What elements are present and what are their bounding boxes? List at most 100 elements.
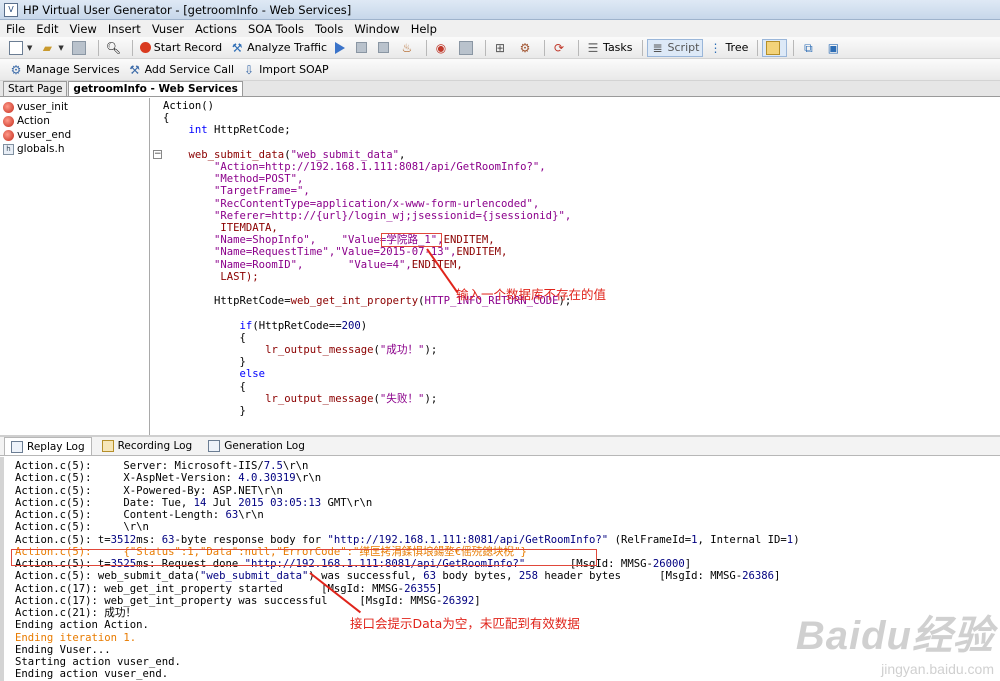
- open-folder-icon: ▰: [42, 40, 52, 55]
- tree-item-globals[interactable]: h globals.h: [0, 142, 149, 156]
- code-token: lr_output_message: [265, 392, 374, 405]
- watermark: Baidu经验 jingyan.baidu.com: [796, 603, 994, 677]
- script-label: Script: [667, 41, 700, 54]
- menu-window[interactable]: Window: [354, 22, 399, 36]
- header-file-icon: h: [3, 143, 14, 155]
- menu-edit[interactable]: Edit: [36, 22, 58, 36]
- menu-view[interactable]: View: [70, 22, 97, 36]
- log-token: 7.5: [263, 460, 283, 472]
- tab-label: Recording Log: [117, 440, 193, 452]
- stop-button[interactable]: [353, 39, 373, 57]
- menu-insert[interactable]: Insert: [108, 22, 141, 36]
- log-token: Action.c(5): t=: [15, 533, 111, 546]
- menu-tools[interactable]: Tools: [315, 22, 343, 36]
- runtime-settings-button[interactable]: ⚙: [515, 39, 538, 57]
- script-view-button[interactable]: ≣ Script: [646, 38, 704, 57]
- tree-item-vuser-init[interactable]: vuser_init: [0, 100, 149, 114]
- breakpoint-button[interactable]: ◉: [431, 39, 454, 57]
- tree-item-label: Action: [17, 115, 50, 127]
- tab-recording-log[interactable]: Recording Log: [96, 437, 199, 455]
- save-button[interactable]: [69, 39, 92, 57]
- log-line: Ending action vuser_end.: [15, 668, 169, 681]
- run-button[interactable]: [332, 39, 351, 57]
- log-token: Action.c(5): Server: Microsoft-IIS/: [15, 460, 264, 472]
- collapse-icon[interactable]: −: [153, 150, 162, 159]
- code-line: LAST);: [220, 270, 259, 283]
- code-token: "失败！": [379, 392, 425, 405]
- start-record-label: Start Record: [153, 41, 223, 54]
- replay-log-icon: [11, 440, 23, 453]
- menu-vuser[interactable]: Vuser: [152, 22, 184, 36]
- refresh-button[interactable]: ⟳: [549, 39, 572, 57]
- add-service-call-button[interactable]: ⚒ Add Service Call: [125, 61, 237, 79]
- tasks-button[interactable]: ☰ Tasks: [583, 39, 635, 57]
- code-line: Action(): [163, 100, 215, 112]
- menu-actions[interactable]: Actions: [195, 22, 237, 36]
- log-line: Action.c(21): 成功！: [15, 607, 137, 619]
- log-token: Action.c(17): web_get_int_property start…: [15, 582, 405, 595]
- menu-file[interactable]: File: [6, 22, 25, 36]
- log-token: ]: [774, 570, 781, 583]
- toolbar-separator: [426, 39, 428, 56]
- step-icon: [378, 42, 390, 53]
- menu-help[interactable]: Help: [411, 22, 437, 36]
- app-icon: V: [4, 2, 18, 17]
- output-toggle-button[interactable]: [762, 38, 788, 57]
- new-button[interactable]: ▼: [6, 39, 35, 57]
- log-line: Starting action vuser_end.: [15, 656, 181, 668]
- soa-toolbar: ⚙ Manage Services ⚒ Add Service Call ⇩ Impo…: [0, 59, 1000, 81]
- log-token: 26392: [442, 594, 475, 607]
- replay-log-panel[interactable]: Action.c(5): Server: Microsoft-IIS/7.5 \r…: [0, 457, 1000, 681]
- tree-icon: ⋮: [709, 40, 722, 55]
- tab-generation-log[interactable]: Generation Log: [202, 437, 311, 455]
- code-text: Action() { int HttpRetCode; web_submit_d…: [163, 100, 572, 418]
- tab-start-page[interactable]: Start Page: [3, 81, 68, 96]
- code-token: HttpRetCode;: [207, 124, 291, 137]
- tab-replay-log[interactable]: Replay Log: [4, 437, 92, 455]
- save-icon: [71, 40, 86, 55]
- highlight-box-value: [381, 233, 442, 247]
- bookmark-button[interactable]: [456, 39, 479, 57]
- tree-view-button[interactable]: ⋮ Tree: [705, 39, 751, 57]
- code-token: web_get_int_property: [290, 295, 419, 308]
- open-button[interactable]: ▰ ▼: [37, 39, 66, 57]
- code-token: ENDITEM,: [456, 246, 508, 259]
- code-line: ITEMDATA,: [220, 222, 278, 235]
- params-button[interactable]: ⊞: [490, 39, 513, 57]
- code-token: web_submit_data: [188, 148, 285, 161]
- manage-services-button[interactable]: ⚙ Manage Services: [6, 61, 123, 79]
- dropdown-caret-icon: ▼: [27, 43, 33, 52]
- menu-soa-tools[interactable]: SOA Tools: [248, 22, 304, 36]
- action-tree: vuser_init Action vuser_end h globals.h: [0, 98, 150, 435]
- log-token: 63: [225, 509, 239, 521]
- code-token: int: [188, 124, 208, 137]
- code-token: "Name=RequestTime",: [214, 246, 336, 259]
- test-result-icon: ▣: [827, 40, 840, 55]
- analyze-traffic-button[interactable]: ⚒ Analyze Traffic: [227, 39, 330, 57]
- toolbar-separator: [485, 39, 487, 56]
- bookmark-icon: [459, 40, 474, 55]
- tree-item-action[interactable]: Action: [0, 114, 149, 128]
- start-record-button[interactable]: Start Record: [137, 39, 225, 57]
- toolbar-separator: [641, 39, 643, 56]
- script-editor[interactable]: − Action() { int HttpRetCode; web_submit…: [150, 98, 1000, 435]
- code-line: {: [163, 112, 170, 125]
- import-soap-button[interactable]: ⇩ Import SOAP: [239, 61, 332, 79]
- tasks-label: Tasks: [603, 41, 633, 54]
- find-button[interactable]: 🔍︎: [103, 39, 126, 57]
- action-file-icon: [3, 129, 14, 141]
- compile-button[interactable]: ♨: [397, 39, 420, 57]
- manage-services-label: Manage Services: [26, 63, 120, 76]
- snapshot-button[interactable]: ⧉: [798, 39, 821, 57]
- log-token: , Internal ID=: [697, 533, 787, 546]
- tasks-icon: ☰: [587, 40, 599, 55]
- log-token: ) was successful,: [308, 570, 424, 583]
- tab-getroominfo[interactable]: getroomInfo - Web Services: [68, 81, 243, 96]
- log-token: ]: [474, 594, 481, 607]
- test-result-button[interactable]: ▣: [823, 39, 846, 57]
- play-icon: [335, 41, 346, 54]
- step-button[interactable]: [375, 39, 395, 57]
- tree-item-vuser-end[interactable]: vuser_end: [0, 128, 149, 142]
- watermark-url: jingyan.baidu.com: [881, 661, 994, 677]
- log-token: \r\n: [238, 509, 264, 521]
